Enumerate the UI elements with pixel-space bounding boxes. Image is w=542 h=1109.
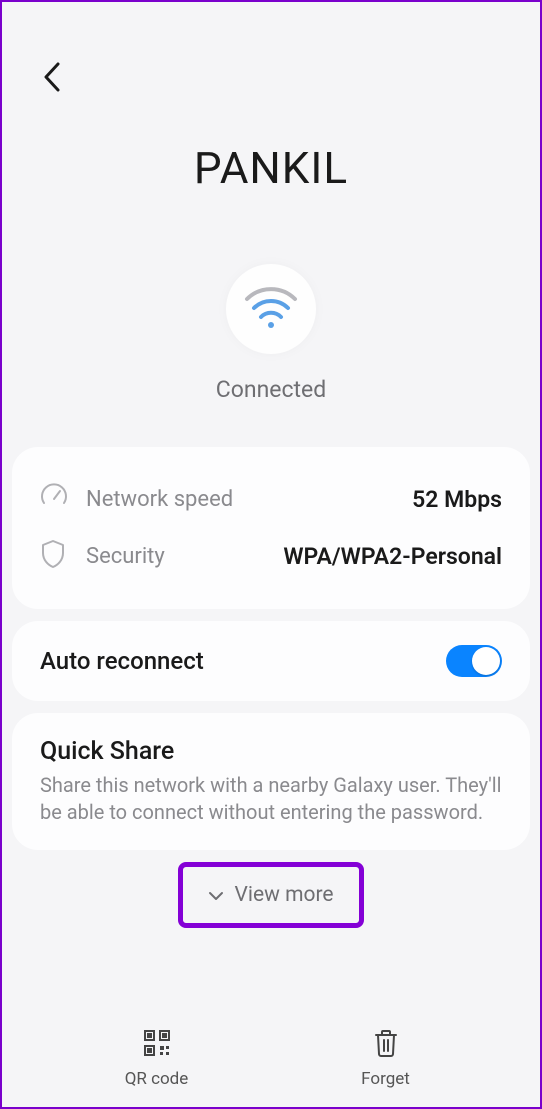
- security-value: WPA/WPA2-Personal: [283, 543, 502, 570]
- security-row: Security WPA/WPA2-Personal: [40, 527, 502, 585]
- forget-label: Forget: [361, 1069, 410, 1089]
- speed-value: 52 Mbps: [412, 486, 502, 513]
- network-speed-row: Network speed 52 Mbps: [40, 471, 502, 527]
- shield-icon: [40, 539, 74, 573]
- quick-share-description: Share this network with a nearby Galaxy …: [40, 772, 502, 826]
- chevron-left-icon: [42, 61, 62, 93]
- forget-button[interactable]: Forget: [326, 1025, 446, 1089]
- bottom-action-bar: QR code Forget: [2, 1025, 540, 1089]
- auto-reconnect-toggle[interactable]: [446, 645, 502, 677]
- network-info-card: Network speed 52 Mbps Security WPA/WPA2-…: [12, 447, 530, 609]
- view-more-label: View more: [234, 883, 333, 907]
- chevron-down-icon: [208, 886, 224, 905]
- wifi-icon: [243, 287, 299, 331]
- auto-reconnect-card[interactable]: Auto reconnect: [12, 621, 530, 701]
- auto-reconnect-label: Auto reconnect: [40, 647, 204, 675]
- toggle-knob: [472, 647, 500, 675]
- qr-code-button[interactable]: QR code: [97, 1025, 217, 1089]
- network-name: PANKIL: [2, 142, 540, 194]
- view-more-button[interactable]: View more: [178, 862, 364, 928]
- gauge-icon: [40, 483, 74, 515]
- qr-code-label: QR code: [125, 1069, 189, 1089]
- security-label: Security: [86, 544, 283, 569]
- wifi-status-icon-wrap: [226, 264, 316, 354]
- qr-code-icon: [142, 1025, 172, 1061]
- speed-label: Network speed: [86, 487, 412, 512]
- quick-share-card[interactable]: Quick Share Share this network with a ne…: [12, 713, 530, 850]
- back-button[interactable]: [32, 57, 72, 97]
- quick-share-title: Quick Share: [40, 737, 502, 766]
- trash-icon: [373, 1025, 399, 1061]
- connection-status: Connected: [2, 376, 540, 403]
